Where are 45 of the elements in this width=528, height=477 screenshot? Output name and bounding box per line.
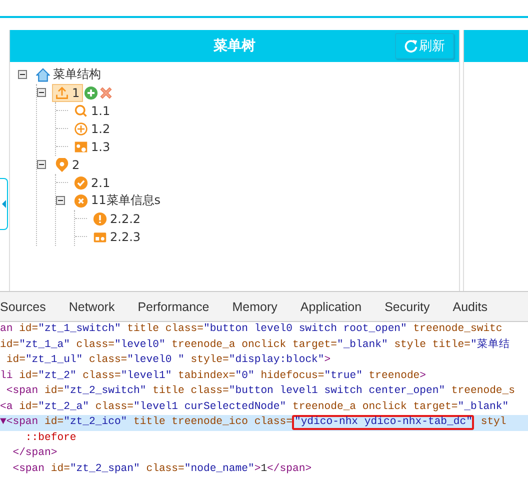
code-line[interactable]: <span id="zt_2_switch" title class="button level1 switch center_open" treenode_s [0,384,528,400]
collapse-toggle[interactable] [37,160,46,170]
tree-node[interactable]: 2.2.2 [90,210,144,228]
house-icon [36,68,50,82]
devtools-tab[interactable]: Application [300,300,362,314]
tree-node[interactable]: 1.3 [71,138,114,156]
tree-node[interactable]: 2.1 [71,174,114,192]
code-line[interactable]: <a id="zt_2_a" class="level1 curSelectedNode" treenode_a onclick target="_blank" [0,400,528,415]
code-line[interactable]: li id="zt_2" class="level1" tabindex="0" hidefocus="true" treenode> [0,368,528,384]
search-icon [74,104,88,118]
code-line[interactable]: id="zt_1_ul" class="level0 " style="display:block"> [0,353,528,368]
collapse-toggle[interactable] [37,88,46,98]
location-pin-icon [55,158,69,172]
panel-title: 菜单树 [214,36,256,55]
code-line[interactable]: id="zt_1_a" class="level0" treenode_a onclick target="_blank" style title="菜单结 [0,338,528,353]
devtools-tab[interactable]: Sources [0,300,46,314]
devtools-tab[interactable]: Audits [452,300,488,314]
collapse-toggle[interactable] [18,70,27,80]
add-icon[interactable] [84,86,98,100]
code-line[interactable]: </span> [0,446,528,462]
collapse-toggle[interactable] [56,196,65,206]
id-card-icon [74,140,88,154]
tree-node[interactable]: 1 [52,84,83,102]
remove-icon[interactable] [98,86,113,100]
badge-icon [93,230,107,244]
upload-icon [55,86,69,100]
tree-node[interactable]: 2 [52,156,83,174]
cross-circle-icon [74,194,88,208]
devtools-tab[interactable]: Memory [232,300,278,314]
tree-node[interactable]: 1.1 [71,102,114,120]
plus-circle-icon [74,122,88,136]
code-line[interactable]: an id="zt_1_switch" title class="button level0 switch root_open" treenode_switc [0,322,528,338]
check-circle-icon [74,176,88,190]
tree-node[interactable]: 1.2 [71,120,114,138]
alert-circle-icon [93,212,107,226]
tree-node[interactable]: 菜单结构 [33,66,104,84]
code-line[interactable]: <span id="zt_2_span" class="node_name">1</span> [0,462,528,477]
tree-node[interactable]: 2.2.3 [90,228,144,246]
devtools-tab[interactable]: Network [68,300,115,314]
tree-node[interactable]: 11菜单信息s [71,192,164,210]
devtools-tab[interactable]: Security [384,300,430,314]
refresh-icon [404,38,418,53]
collapse-handle[interactable] [0,178,8,230]
code-line[interactable]: ::before [0,430,528,446]
devtools-tab[interactable]: Performance [138,300,210,314]
